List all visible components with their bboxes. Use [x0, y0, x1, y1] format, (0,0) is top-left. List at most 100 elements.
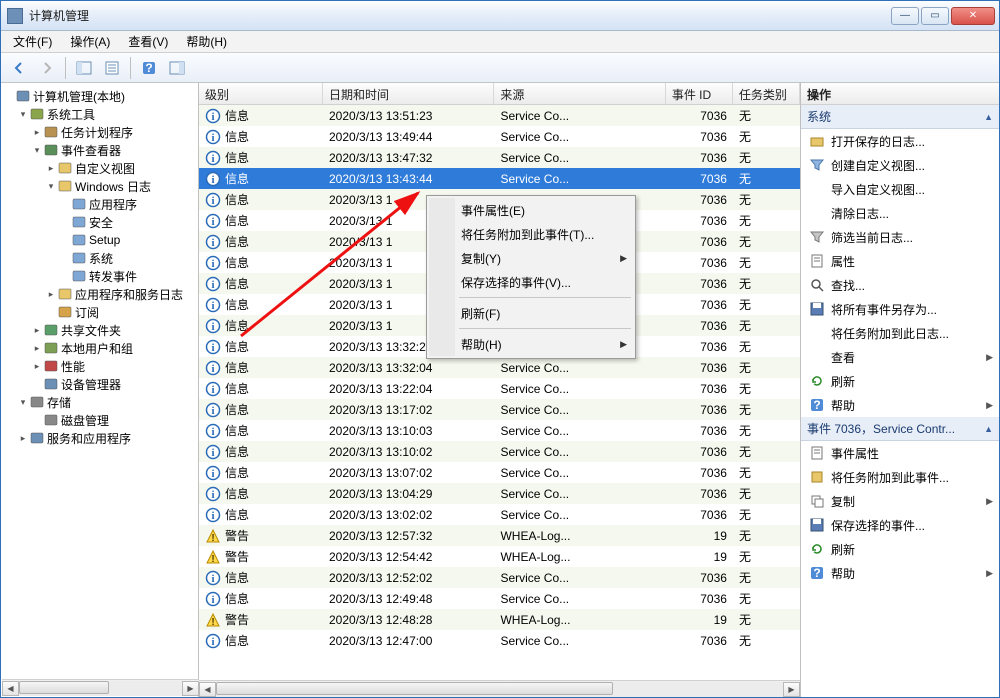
tree-twisty[interactable]: ▾ — [17, 109, 29, 120]
tree-item[interactable]: 转发事件 — [1, 267, 198, 285]
tree-twisty[interactable]: ▸ — [45, 163, 57, 174]
actions-section-system[interactable]: 系统▲ — [801, 105, 999, 129]
action-item[interactable]: 导入自定义视图... — [801, 177, 999, 201]
context-menu[interactable]: 事件属性(E)将任务附加到此事件(T)...复制(Y)▶保存选择的事件(V)..… — [426, 195, 636, 359]
tree-twisty[interactable]: ▸ — [17, 433, 29, 444]
table-row[interactable]: i信息2020/3/13 12:49:48Service Co...7036无 — [199, 588, 800, 609]
menu-item[interactable]: 帮助(H) — [178, 31, 235, 52]
table-row[interactable]: i信息2020/3/13 13:49:44Service Co...7036无 — [199, 126, 800, 147]
table-row[interactable]: i信息2020/3/13 13:02:02Service Co...7036无 — [199, 504, 800, 525]
action-item[interactable]: 刷新 — [801, 369, 999, 393]
action-item[interactable]: 刷新 — [801, 537, 999, 561]
column-header[interactable]: 来源 — [494, 83, 665, 104]
tree-pane[interactable]: 计算机管理(本地)▾系统工具▸任务计划程序▾事件查看器▸自定义视图▾Window… — [1, 83, 199, 697]
tree-item[interactable]: ▾Windows 日志 — [1, 177, 198, 195]
action-item[interactable]: 查看▶ — [801, 345, 999, 369]
tree-item[interactable]: ▸任务计划程序 — [1, 123, 198, 141]
action-item[interactable]: 保存选择的事件... — [801, 513, 999, 537]
tree-item[interactable]: ▸服务和应用程序 — [1, 429, 198, 447]
column-header[interactable]: 事件 ID — [666, 83, 733, 104]
tree-twisty[interactable]: ▸ — [31, 361, 43, 372]
action-item[interactable]: 将任务附加到此日志... — [801, 321, 999, 345]
minimize-button[interactable]: — — [891, 7, 919, 25]
tree-hscrollbar[interactable]: ◀ ▶ — [2, 679, 199, 696]
tree-item[interactable]: ▸共享文件夹 — [1, 321, 198, 339]
action-item[interactable]: 属性 — [801, 249, 999, 273]
tree-twisty[interactable]: ▾ — [31, 145, 43, 156]
action-item[interactable]: 将任务附加到此事件... — [801, 465, 999, 489]
help-button[interactable]: ? — [137, 56, 161, 80]
context-menu-item[interactable]: 复制(Y)▶ — [429, 246, 633, 270]
properties-button[interactable] — [100, 56, 124, 80]
tree-item[interactable]: ▾系统工具 — [1, 105, 198, 123]
tree-twisty[interactable]: ▸ — [31, 325, 43, 336]
table-row[interactable]: i信息2020/3/13 13:07:02Service Co...7036无 — [199, 462, 800, 483]
action-item[interactable]: 打开保存的日志... — [801, 129, 999, 153]
action-item[interactable]: 清除日志... — [801, 201, 999, 225]
scroll-right-button[interactable]: ▶ — [182, 681, 199, 696]
list-body[interactable]: i信息2020/3/13 13:51:23Service Co...7036无i… — [199, 105, 800, 680]
table-row[interactable]: i信息2020/3/13 13:51:23Service Co...7036无 — [199, 105, 800, 126]
close-button[interactable]: ✕ — [951, 7, 995, 25]
column-header[interactable]: 日期和时间 — [323, 83, 494, 104]
context-menu-item[interactable]: 帮助(H)▶ — [429, 332, 633, 356]
tree-item[interactable]: 安全 — [1, 213, 198, 231]
column-header[interactable]: 任务类别 — [733, 83, 800, 104]
show-hide-tree-button[interactable] — [72, 56, 96, 80]
action-item[interactable]: 复制▶ — [801, 489, 999, 513]
table-row[interactable]: i信息2020/3/13 13:32:04Service Co...7036无 — [199, 357, 800, 378]
tree-item[interactable]: ▾事件查看器 — [1, 141, 198, 159]
tree-twisty[interactable]: ▸ — [31, 127, 43, 138]
list-hscrollbar[interactable]: ◀ ▶ — [199, 680, 800, 697]
scroll-left-button[interactable]: ◀ — [199, 682, 216, 697]
table-row[interactable]: !警告2020/3/13 12:57:32WHEA-Log...19无 — [199, 525, 800, 546]
table-row[interactable]: i信息2020/3/13 13:22:04Service Co...7036无 — [199, 378, 800, 399]
tree-item[interactable]: ▸性能 — [1, 357, 198, 375]
tree-item[interactable]: ▸应用程序和服务日志 — [1, 285, 198, 303]
tree-twisty[interactable]: ▸ — [45, 289, 57, 300]
forward-button[interactable] — [35, 56, 59, 80]
action-item[interactable]: 筛选当前日志... — [801, 225, 999, 249]
context-menu-item[interactable]: 事件属性(E) — [429, 198, 633, 222]
menu-item[interactable]: 操作(A) — [62, 31, 118, 52]
tree-item[interactable]: 计算机管理(本地) — [1, 87, 198, 105]
tree-item[interactable]: ▾存储 — [1, 393, 198, 411]
scroll-right-button[interactable]: ▶ — [783, 682, 800, 697]
table-row[interactable]: !警告2020/3/13 12:48:28WHEA-Log...19无 — [199, 609, 800, 630]
tree-item[interactable]: 系统 — [1, 249, 198, 267]
table-row[interactable]: i信息2020/3/13 13:04:29Service Co...7036无 — [199, 483, 800, 504]
tree-item[interactable]: 磁盘管理 — [1, 411, 198, 429]
action-item[interactable]: 创建自定义视图... — [801, 153, 999, 177]
action-item[interactable]: ?帮助▶ — [801, 561, 999, 585]
tree-item[interactable]: ▸自定义视图 — [1, 159, 198, 177]
titlebar[interactable]: 计算机管理 — ▭ ✕ — [1, 1, 999, 31]
tree-twisty[interactable]: ▸ — [31, 343, 43, 354]
actions-section-event[interactable]: 事件 7036，Service Contr...▲ — [801, 417, 999, 441]
table-row[interactable]: i信息2020/3/13 13:47:32Service Co...7036无 — [199, 147, 800, 168]
action-pane-button[interactable] — [165, 56, 189, 80]
table-row[interactable]: i信息2020/3/13 12:52:02Service Co...7036无 — [199, 567, 800, 588]
column-header[interactable]: 级别 — [199, 83, 323, 104]
tree-item[interactable]: ▸本地用户和组 — [1, 339, 198, 357]
back-button[interactable] — [7, 56, 31, 80]
maximize-button[interactable]: ▭ — [921, 7, 949, 25]
context-menu-item[interactable]: 保存选择的事件(V)... — [429, 270, 633, 294]
menu-item[interactable]: 查看(V) — [120, 31, 176, 52]
action-item[interactable]: 查找... — [801, 273, 999, 297]
scroll-left-button[interactable]: ◀ — [2, 681, 19, 696]
table-row[interactable]: !警告2020/3/13 12:54:42WHEA-Log...19无 — [199, 546, 800, 567]
tree-item[interactable]: 订阅 — [1, 303, 198, 321]
table-row[interactable]: i信息2020/3/13 13:10:02Service Co...7036无 — [199, 441, 800, 462]
context-menu-item[interactable]: 将任务附加到此事件(T)... — [429, 222, 633, 246]
tree-item[interactable]: 设备管理器 — [1, 375, 198, 393]
action-item[interactable]: 事件属性 — [801, 441, 999, 465]
table-row[interactable]: i信息2020/3/13 13:10:03Service Co...7036无 — [199, 420, 800, 441]
table-row[interactable]: i信息2020/3/13 13:43:44Service Co...7036无 — [199, 168, 800, 189]
context-menu-item[interactable]: 刷新(F) — [429, 301, 633, 325]
tree-item[interactable]: Setup — [1, 231, 198, 249]
tree-item[interactable]: 应用程序 — [1, 195, 198, 213]
tree-twisty[interactable]: ▾ — [45, 181, 57, 192]
menu-item[interactable]: 文件(F) — [5, 31, 60, 52]
action-item[interactable]: ?帮助▶ — [801, 393, 999, 417]
tree-twisty[interactable]: ▾ — [17, 397, 29, 408]
